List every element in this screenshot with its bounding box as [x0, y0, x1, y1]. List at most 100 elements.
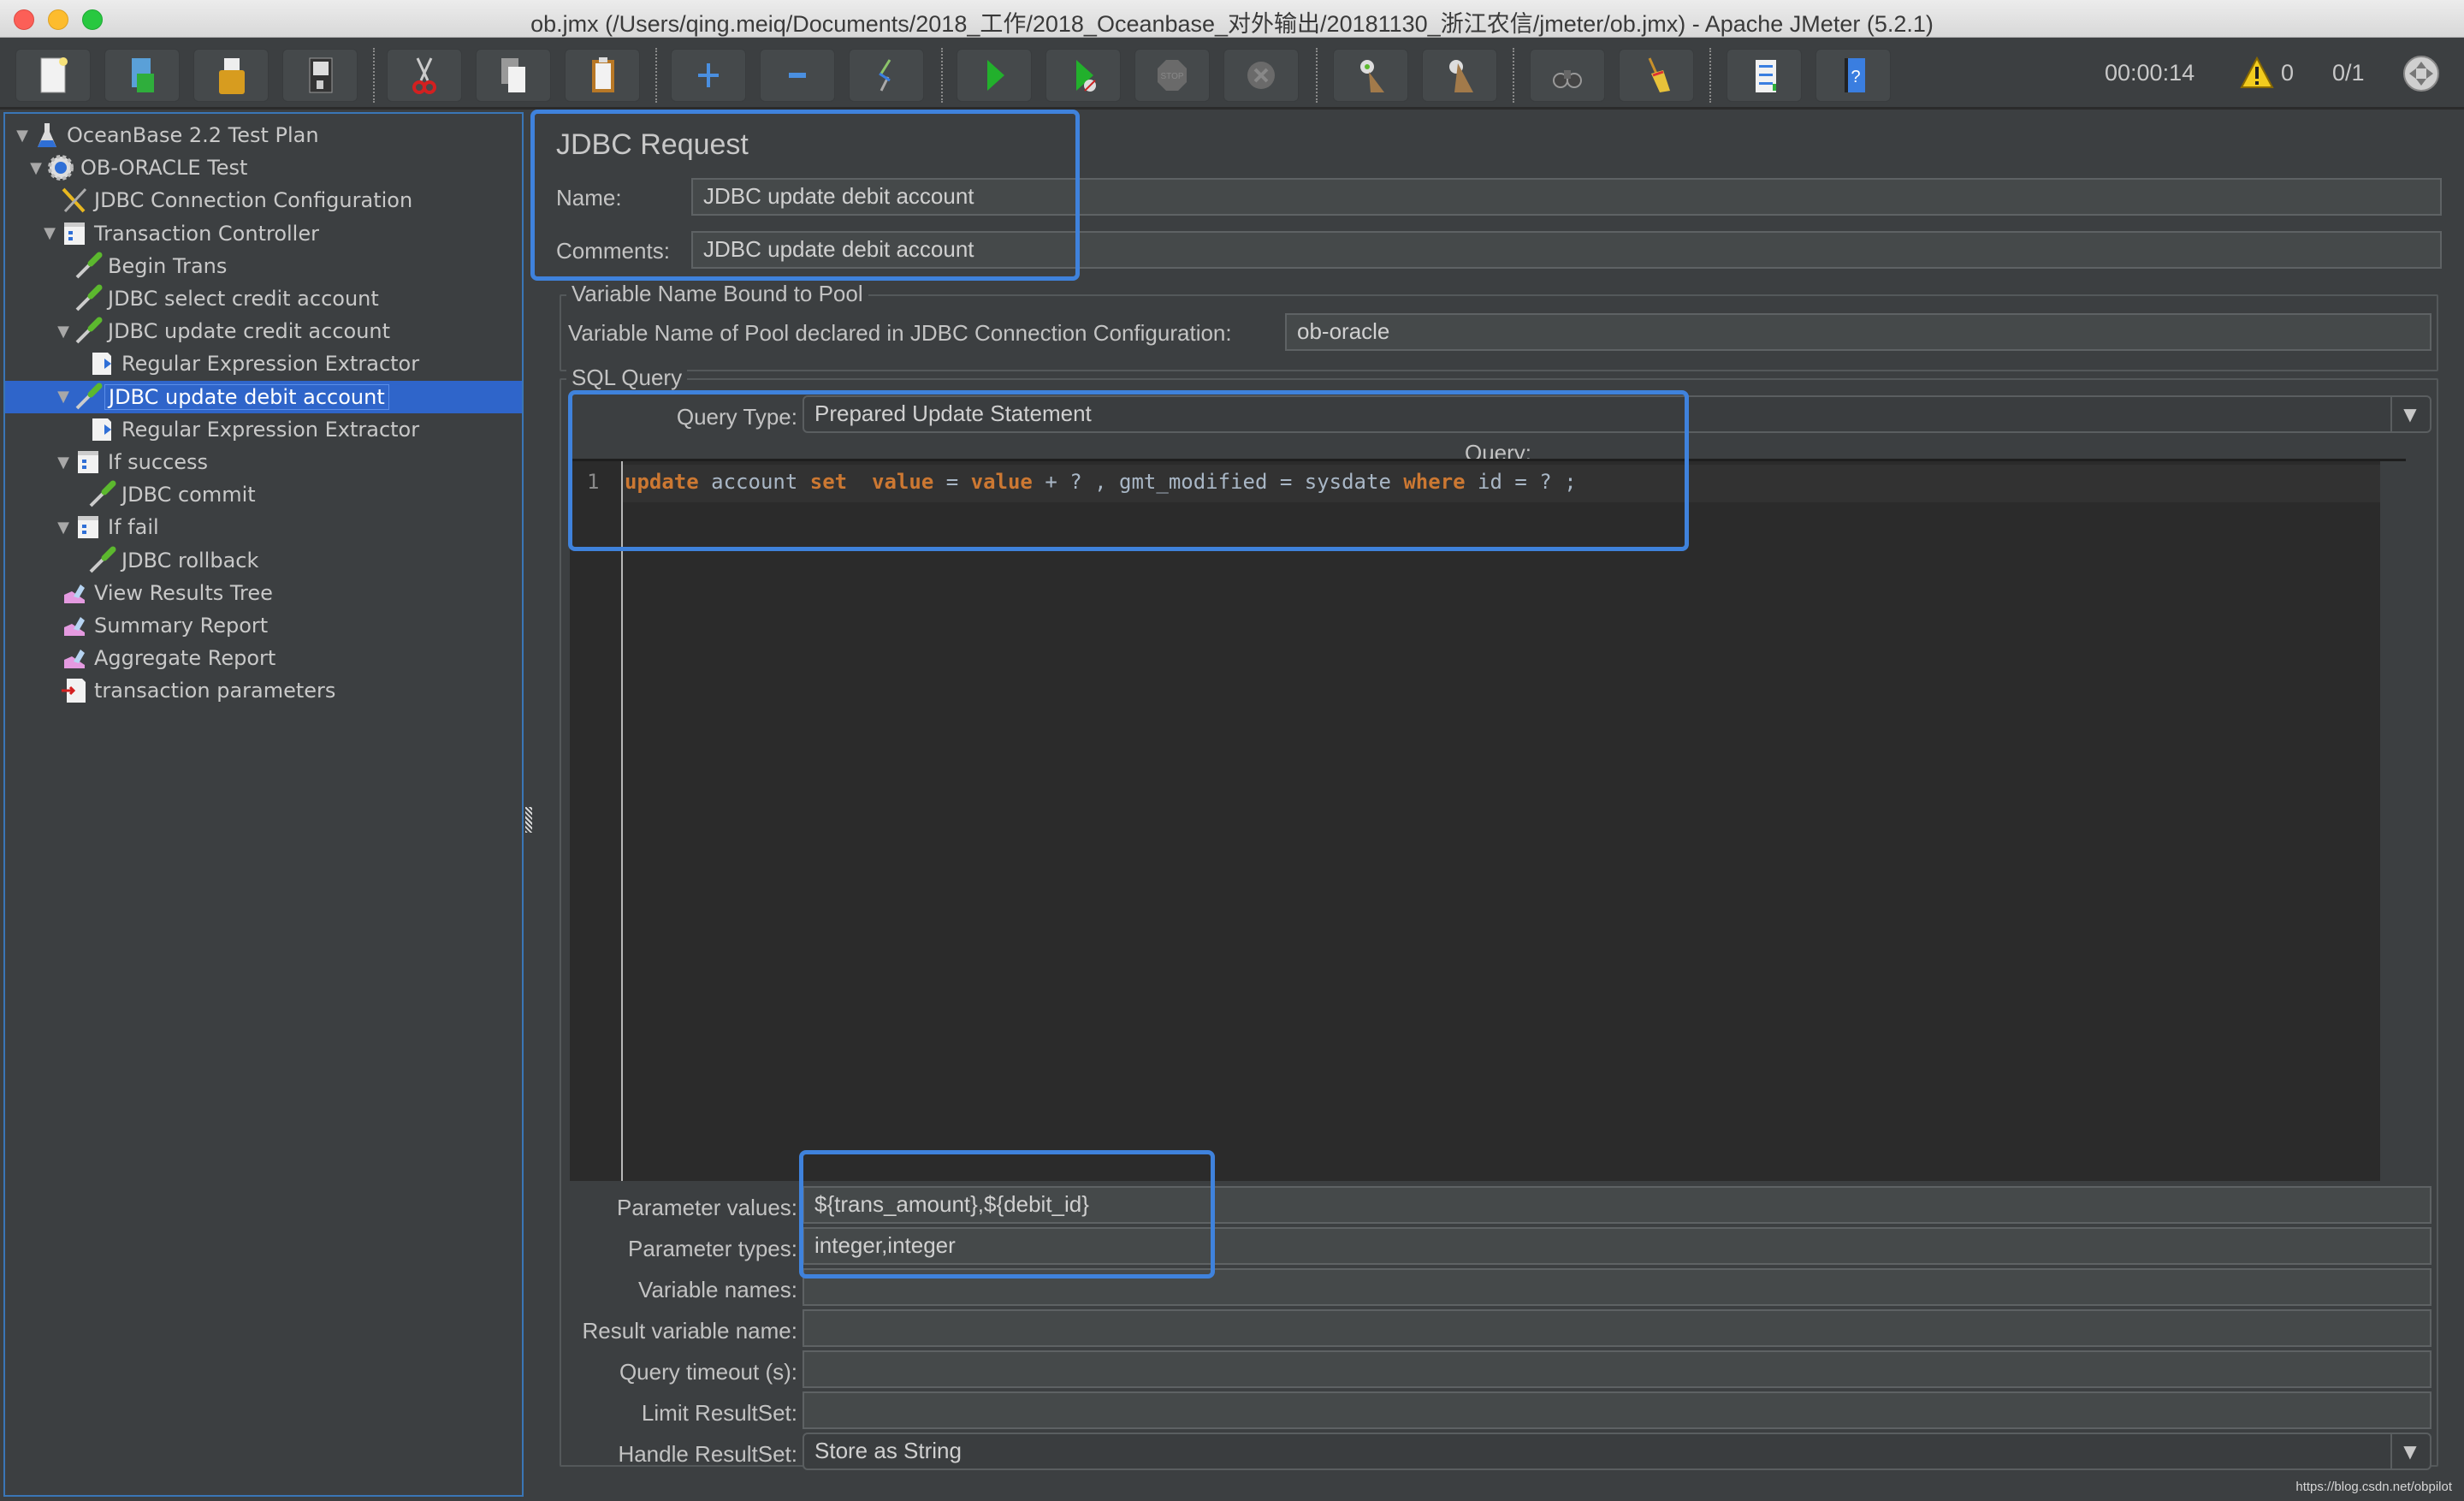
tree-item[interactable]: ▼ OB-ORACLE Test: [5, 151, 522, 184]
expand-arrow-icon[interactable]: ▼: [53, 388, 74, 406]
warning-count: 0: [2281, 60, 2295, 86]
tree-item[interactable]: Aggregate Report: [5, 642, 522, 674]
tree-item-label: Transaction Controller: [94, 221, 319, 246]
param-values-field[interactable]: ${trans_amount},${debit_id}: [803, 1186, 2431, 1224]
csv-data-set-icon: [60, 676, 89, 705]
elapsed-time: 00:00:14: [2105, 60, 2195, 86]
post-processor-icon: [87, 415, 116, 444]
new-document-icon: [40, 57, 68, 93]
config-tools-icon: [60, 186, 89, 215]
controller-icon: [74, 448, 103, 477]
clear-all-button[interactable]: [1422, 49, 1497, 102]
tree-item-label: transaction parameters: [94, 679, 336, 703]
expand-arrow-icon[interactable]: ▼: [53, 519, 74, 537]
param-types-field[interactable]: integer,integer: [803, 1227, 2431, 1265]
comments-label: Comments:: [556, 238, 670, 264]
tree-item[interactable]: ▼ Transaction Controller: [5, 217, 522, 250]
tree-item-label: JDBC update debit account: [104, 383, 389, 410]
tree-item[interactable]: ▼ JDBC update debit account: [5, 380, 522, 413]
stop-button[interactable]: STOP: [1134, 49, 1210, 102]
sql-keyword: value: [872, 470, 934, 494]
tree-item[interactable]: ▼ If fail: [5, 511, 522, 543]
editor-scrollbar[interactable]: [2380, 461, 2406, 1181]
tree-item[interactable]: Regular Expression Extractor: [5, 347, 522, 380]
expand-arrow-icon[interactable]: ▼: [53, 323, 74, 341]
test-plan-tree[interactable]: ▼ OceanBase 2.2 Test Plan ▼ OB-ORACLE Test J…: [3, 112, 524, 1497]
help-book-icon: ?: [1845, 58, 1865, 92]
limit-resultset-label: Limit ResultSet:: [641, 1400, 797, 1426]
listener-chart-icon: [60, 644, 89, 673]
templates-button[interactable]: [104, 49, 180, 102]
expand-arrow-icon[interactable]: ▼: [26, 159, 46, 177]
open-button[interactable]: [193, 49, 269, 102]
variable-names-field[interactable]: [803, 1268, 2431, 1306]
tree-item[interactable]: JDBC commit: [5, 478, 522, 511]
expand-arrow-icon[interactable]: ▼: [53, 454, 74, 472]
start-button[interactable]: [957, 49, 1032, 102]
tree-item[interactable]: Regular Expression Extractor: [5, 413, 522, 446]
pool-name-field[interactable]: ob-oracle: [1285, 313, 2431, 351]
listener-chart-icon: [60, 611, 89, 640]
tree-item-label: Aggregate Report: [94, 646, 276, 671]
search-button[interactable]: [1530, 49, 1605, 102]
sql-query-editor[interactable]: 1 update account set value = value + ? ,…: [570, 459, 2406, 1181]
tree-item[interactable]: ▼ OceanBase 2.2 Test Plan: [5, 119, 522, 151]
toggle-button[interactable]: [849, 49, 924, 102]
templates-icon: [132, 58, 154, 92]
tree-item[interactable]: transaction parameters: [5, 674, 522, 707]
result-variable-field[interactable]: [803, 1309, 2431, 1347]
page-title: JDBC Request: [556, 128, 749, 161]
function-helper-button[interactable]: [1727, 49, 1802, 102]
limit-resultset-field[interactable]: [803, 1391, 2431, 1429]
function-list-icon: [1756, 60, 1776, 92]
svg-text:?: ?: [1851, 68, 1860, 86]
paste-button[interactable]: [565, 49, 640, 102]
expand-all-button[interactable]: [671, 49, 746, 102]
tree-item[interactable]: View Results Tree: [5, 577, 522, 609]
split-pane-divider[interactable]: [525, 112, 534, 1497]
param-types-label: Parameter types:: [628, 1236, 797, 1261]
query-type-dropdown-button[interactable]: ▼: [2390, 395, 2428, 433]
help-button[interactable]: ?: [1815, 49, 1891, 102]
expand-arrow-icon[interactable]: ▼: [39, 224, 60, 242]
tree-item[interactable]: Summary Report: [5, 609, 522, 642]
query-type-select[interactable]: Prepared Update Statement: [803, 395, 2431, 433]
collapse-all-button[interactable]: [760, 49, 835, 102]
new-button[interactable]: [15, 49, 91, 102]
controller-icon: [74, 513, 103, 542]
cut-button[interactable]: [387, 49, 462, 102]
watermark: https://blog.csdn.net/obpilot: [2295, 1480, 2452, 1494]
tree-item[interactable]: ▼ If success: [5, 446, 522, 478]
handle-resultset-select[interactable]: Store as String: [803, 1433, 2431, 1470]
tree-item[interactable]: JDBC Connection Configuration: [5, 184, 522, 217]
tree-item[interactable]: ▼ JDBC update credit account: [5, 315, 522, 347]
query-timeout-field[interactable]: [803, 1350, 2431, 1388]
copy-button[interactable]: [476, 49, 551, 102]
plus-icon: [698, 63, 719, 87]
tree-item[interactable]: JDBC select credit account: [5, 282, 522, 315]
query-type-value: Prepared Update Statement: [814, 400, 1092, 426]
tree-item[interactable]: Begin Trans: [5, 250, 522, 282]
warning-icon[interactable]: [2240, 56, 2274, 89]
name-field[interactable]: JDBC update debit account: [691, 178, 2442, 216]
tree-item-label: JDBC Connection Configuration: [94, 188, 413, 213]
tree-item-label: JDBC update credit account: [108, 319, 391, 344]
window-title: ob.jmx (/Users/qing.meiq/Documents/2018_…: [530, 11, 1934, 37]
save-button[interactable]: [282, 49, 358, 102]
clear-button[interactable]: [1333, 49, 1408, 102]
tree-item[interactable]: JDBC rollback: [5, 544, 522, 577]
handle-resultset-dropdown-button[interactable]: ▼: [2390, 1433, 2428, 1470]
start-no-pauses-button[interactable]: [1045, 49, 1121, 102]
reset-search-button[interactable]: [1619, 49, 1694, 102]
splitter-grip-icon[interactable]: [525, 807, 532, 833]
expand-arrow-icon[interactable]: ▼: [12, 127, 33, 145]
tree-item-label: View Results Tree: [94, 580, 273, 605]
sql-query-text[interactable]: update account set value = value + ? , g…: [625, 470, 1577, 494]
sql-keyword: update: [625, 470, 699, 494]
stop-sign-icon: STOP: [1158, 60, 1187, 91]
comments-field[interactable]: JDBC update debit account: [691, 231, 2442, 269]
line-number: 1: [587, 470, 600, 494]
line-number-gutter: [570, 461, 623, 1181]
shutdown-button[interactable]: [1223, 49, 1299, 102]
